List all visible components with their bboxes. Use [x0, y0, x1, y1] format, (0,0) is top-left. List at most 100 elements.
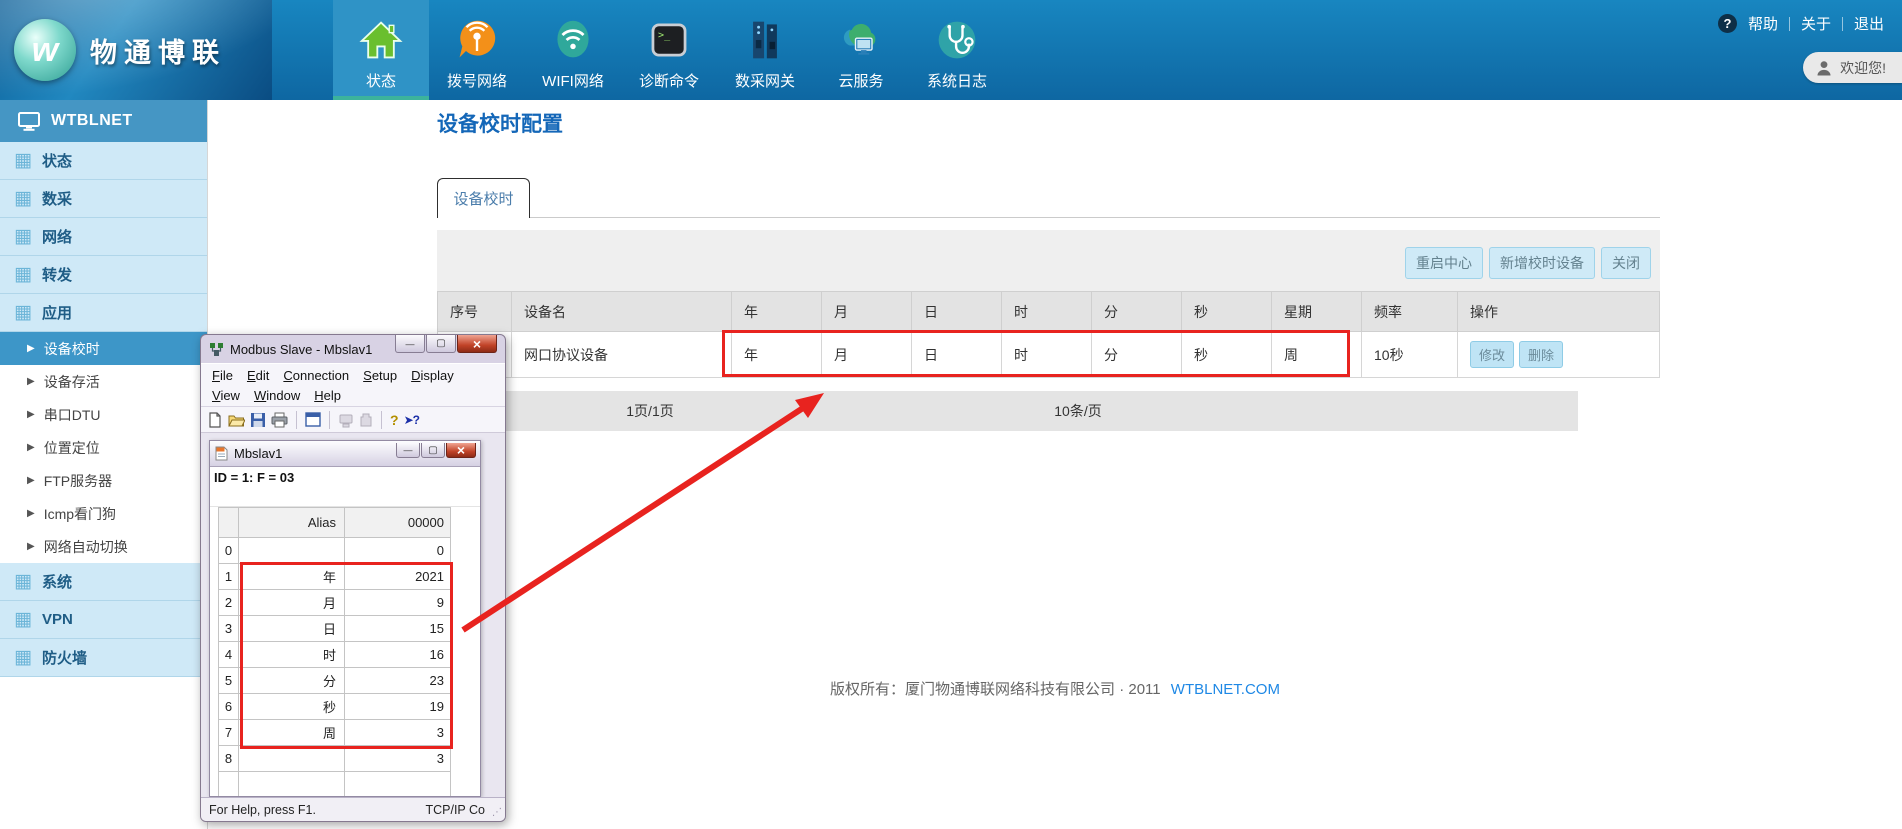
divider [1842, 17, 1843, 31]
child-maximize-button[interactable] [421, 443, 445, 458]
close-window-button[interactable] [457, 335, 497, 353]
per-page-indicator: 10条/页 [1054, 391, 1101, 431]
alias-cell-selected[interactable] [239, 746, 345, 772]
open-file-icon[interactable] [228, 412, 245, 428]
alias-cell[interactable]: 秒 [239, 694, 345, 720]
table-toolbar: 重启中心 新增校时设备 关闭 [437, 230, 1660, 291]
nav-item-wifi[interactable]: WIFI网络 [525, 0, 621, 100]
value-cell[interactable]: 3 [345, 720, 451, 746]
nav-item-label: 数采网关 [735, 70, 795, 91]
sidebar-subitem-location[interactable]: 位置定位 [0, 431, 207, 464]
nav-item-cloud[interactable]: 云服务 [813, 0, 909, 100]
wtblnet-link[interactable]: WTBLNET.COM [1171, 681, 1280, 698]
sidebar-item-label: 系统 [42, 571, 72, 592]
grid-value-header[interactable]: 00000 [345, 508, 451, 538]
close-button[interactable]: 关闭 [1601, 247, 1651, 279]
toolbar-divider [329, 411, 330, 429]
value-cell[interactable]: 19 [345, 694, 451, 720]
sidebar-item-forwarding[interactable]: 转发 [0, 256, 207, 294]
save-icon[interactable] [250, 412, 266, 428]
edit-button[interactable]: 修改 [1470, 341, 1514, 368]
welcome-text: 欢迎您! [1840, 58, 1886, 78]
modbus-title-bar[interactable]: Modbus Slave - Mbslav1 [201, 335, 505, 363]
child-minimize-button[interactable] [396, 443, 420, 458]
help-link[interactable]: 帮助 [1748, 13, 1778, 34]
menu-display[interactable]: Display [404, 367, 461, 384]
sidebar-subitem-icmp-watchdog[interactable]: Icmp看门狗 [0, 497, 207, 530]
value-cell[interactable]: 2021 [345, 564, 451, 590]
modbus-slave-window[interactable]: Modbus Slave - Mbslav1 File Edit Connect… [200, 334, 506, 822]
sidebar-item-status[interactable]: 状态 [0, 142, 207, 180]
add-timing-device-button[interactable]: 新增校时设备 [1489, 247, 1595, 279]
col-year: 年 [732, 292, 822, 332]
alias-cell[interactable]: 时 [239, 642, 345, 668]
nav-item-gateway[interactable]: 数采网关 [717, 0, 813, 100]
context-help-icon[interactable] [404, 413, 419, 427]
child-window-body: ID = 1: F = 03 Alias 00000 0 0 1 年 [210, 467, 480, 796]
maximize-button[interactable] [426, 335, 456, 353]
sidebar-item-firewall[interactable]: 防火墙 [0, 639, 207, 677]
nav-item-diagnostic[interactable]: >_ 诊断命令 [621, 0, 717, 100]
alias-cell[interactable]: 周 [239, 720, 345, 746]
menu-window[interactable]: Window [247, 387, 307, 404]
nav-item-syslog[interactable]: 系统日志 [909, 0, 1005, 100]
dialup-network-icon [454, 17, 500, 63]
new-file-icon[interactable] [207, 412, 223, 428]
comm-log-icon [359, 412, 373, 428]
child-close-button[interactable] [446, 443, 476, 458]
menu-connection[interactable]: Connection [276, 367, 356, 384]
alias-cell[interactable]: 年 [239, 564, 345, 590]
toolbar-divider [381, 411, 382, 429]
alias-cell[interactable] [239, 538, 345, 564]
sidebar-item-system[interactable]: 系统 [0, 563, 207, 601]
print-icon[interactable] [271, 412, 288, 428]
child-title-bar[interactable]: Mbslav1 [210, 441, 480, 467]
sidebar-subitem-network-switch[interactable]: 网络自动切换 [0, 530, 207, 563]
nav-item-dialup[interactable]: 拨号网络 [429, 0, 525, 100]
value-cell[interactable]: 23 [345, 668, 451, 694]
table-grid-icon [14, 648, 32, 667]
nav-item-status[interactable]: 状态 [333, 0, 429, 100]
menu-view[interactable]: View [205, 387, 247, 404]
value-cell[interactable]: 9 [345, 590, 451, 616]
display-setup-icon[interactable] [305, 412, 321, 427]
logout-link[interactable]: 退出 [1854, 13, 1884, 34]
sidebar-item-data-acquisition[interactable]: 数采 [0, 180, 207, 218]
mbslav1-child-window[interactable]: Mbslav1 ID = 1: F = 03 Alias 00000 0 [209, 440, 481, 797]
tab-device-timing[interactable]: 设备校时 [437, 178, 530, 218]
menu-setup[interactable]: Setup [356, 367, 404, 384]
value-cell[interactable]: 3 [345, 746, 451, 772]
restart-center-button[interactable]: 重启中心 [1405, 247, 1483, 279]
delete-button[interactable]: 删除 [1519, 341, 1563, 368]
pagination-bar: 1页/1页 10条/页 [437, 391, 1578, 431]
resize-grip[interactable] [492, 807, 502, 818]
sidebar-item-network[interactable]: 网络 [0, 218, 207, 256]
about-link[interactable]: 关于 [1801, 13, 1831, 34]
menu-help[interactable]: Help [307, 387, 348, 404]
sidebar-subitem-device-alive[interactable]: 设备存活 [0, 365, 207, 398]
col-month: 月 [822, 292, 912, 332]
svg-text:>_: >_ [658, 30, 671, 41]
sidebar-subitem-serial-dtu[interactable]: 串口DTU [0, 398, 207, 431]
alias-cell[interactable]: 月 [239, 590, 345, 616]
menu-file[interactable]: File [205, 367, 240, 384]
sidebar-subitem-ftp-server[interactable]: FTP服务器 [0, 464, 207, 497]
sidebar-subitem-label: 串口DTU [44, 405, 101, 425]
alias-cell[interactable]: 分 [239, 668, 345, 694]
grid-row: 8 3 [219, 746, 451, 772]
value-cell[interactable]: 16 [345, 642, 451, 668]
help-topics-icon[interactable] [390, 412, 399, 428]
minimize-button[interactable] [395, 335, 425, 353]
grid-row: 0 0 [219, 538, 451, 564]
menu-edit[interactable]: Edit [240, 367, 276, 384]
cloud-service-icon [838, 17, 884, 63]
value-cell[interactable]: 0 [345, 538, 451, 564]
chevron-right-icon [27, 442, 35, 453]
sidebar-subitem-label: 位置定位 [44, 438, 100, 458]
sidebar-item-vpn[interactable]: VPN [0, 601, 207, 639]
value-cell[interactable]: 15 [345, 616, 451, 642]
sidebar-item-application[interactable]: 应用 [0, 294, 207, 332]
sidebar-subitem-device-timing[interactable]: 设备校时 [0, 332, 207, 365]
alias-cell[interactable]: 日 [239, 616, 345, 642]
chevron-right-icon [27, 343, 35, 354]
